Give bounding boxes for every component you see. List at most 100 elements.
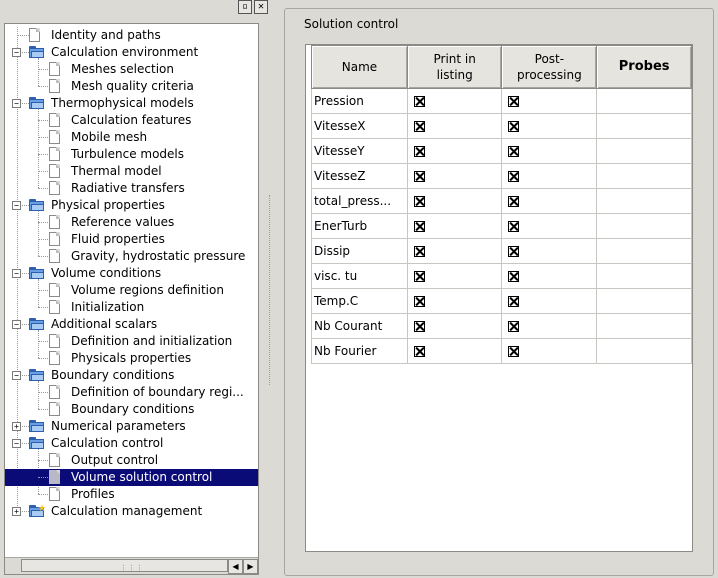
probes-cell[interactable] (596, 88, 692, 114)
expand-icon[interactable]: + (12, 507, 21, 516)
post-processing-checkbox[interactable] (508, 346, 520, 357)
tree-item[interactable]: Volume solution control (5, 469, 258, 486)
tree-item[interactable]: Identity and paths (5, 27, 258, 44)
tree-item[interactable]: Calculation features (5, 112, 258, 129)
post-processing-checkbox[interactable] (508, 321, 520, 332)
tree-item[interactable]: + Numerical parameters (5, 418, 258, 435)
post-processing-checkbox[interactable] (508, 296, 520, 307)
variable-name-cell[interactable]: VitesseZ (311, 163, 408, 189)
tree-item[interactable]: − Volume conditions (5, 265, 258, 282)
variable-name-cell[interactable]: Nb Courant (311, 313, 408, 339)
table-row[interactable]: Dissip (311, 238, 692, 264)
variable-name-cell[interactable]: Temp.C (311, 288, 408, 314)
expand-icon[interactable]: + (12, 422, 21, 431)
tree-item[interactable]: Mobile mesh (5, 129, 258, 146)
post-processing-checkbox[interactable] (508, 196, 520, 207)
probes-cell[interactable] (596, 113, 692, 139)
tree-item[interactable]: Radiative transfers (5, 180, 258, 197)
tree-item[interactable]: − Calculation environment (5, 44, 258, 61)
tree-item[interactable]: Mesh quality criteria (5, 78, 258, 95)
collapse-icon[interactable]: − (12, 320, 21, 329)
print-in-listing-checkbox[interactable] (413, 246, 425, 257)
tree-item[interactable]: Fluid properties (5, 231, 258, 248)
probes-cell[interactable] (596, 138, 692, 164)
print-in-listing-checkbox[interactable] (413, 221, 425, 232)
probes-cell[interactable] (596, 238, 692, 264)
variable-name-cell[interactable]: Dissip (311, 238, 408, 264)
post-processing-checkbox[interactable] (508, 96, 520, 107)
variable-name-cell[interactable]: total_press... (311, 188, 408, 214)
table-row[interactable]: VitesseY (311, 138, 692, 164)
close-icon[interactable]: ✕ (254, 0, 268, 14)
table-row[interactable]: Pression (311, 88, 692, 114)
probes-cell[interactable] (596, 213, 692, 239)
tree-item[interactable]: − Additional scalars (5, 316, 258, 333)
variable-name-cell[interactable]: VitesseY (311, 138, 408, 164)
print-in-listing-checkbox[interactable] (413, 271, 425, 282)
column-print-in-listing-header[interactable]: Print in listing (406, 45, 503, 89)
print-in-listing-checkbox[interactable] (413, 296, 425, 307)
collapse-icon[interactable]: − (12, 371, 21, 380)
tree-item[interactable]: Volume regions definition (5, 282, 258, 299)
variable-name-cell[interactable]: Nb Fourier (311, 338, 408, 364)
probes-cell[interactable] (596, 338, 692, 364)
tree-item[interactable]: Meshes selection (5, 61, 258, 78)
scrollbar-thumb[interactable]: ⋮⋮⋮ (21, 559, 228, 572)
probes-cell[interactable] (596, 188, 692, 214)
print-in-listing-checkbox[interactable] (413, 346, 425, 357)
probes-cell[interactable] (596, 288, 692, 314)
table-row[interactable]: Nb Fourier (311, 338, 692, 364)
arrow-right-icon[interactable]: ▶ (243, 559, 258, 574)
probes-cell[interactable] (596, 163, 692, 189)
variable-name-cell[interactable]: visc. tu (311, 263, 408, 289)
splitter-handle[interactable] (269, 195, 272, 385)
collapse-icon[interactable]: − (12, 439, 21, 448)
arrow-left-icon[interactable]: ◀ (228, 559, 243, 574)
post-processing-checkbox[interactable] (508, 221, 520, 232)
tree-item[interactable]: Definition of boundary regi... (5, 384, 258, 401)
restore-icon[interactable]: ▫ (238, 0, 252, 14)
post-processing-checkbox[interactable] (508, 271, 520, 282)
probes-cell[interactable] (596, 263, 692, 289)
tree-item[interactable]: Reference values (5, 214, 258, 231)
tree-item[interactable]: Boundary conditions (5, 401, 258, 418)
table-row[interactable]: total_press... (311, 188, 692, 214)
collapse-icon[interactable]: − (12, 99, 21, 108)
tree-item[interactable]: − Boundary conditions (5, 367, 258, 384)
scrollbar-track[interactable]: ⋮⋮⋮ (21, 559, 228, 572)
probes-cell[interactable] (596, 313, 692, 339)
tree-item[interactable]: Physicals properties (5, 350, 258, 367)
tree-item[interactable]: Definition and initialization (5, 333, 258, 350)
tree-item[interactable]: Initialization (5, 299, 258, 316)
tree-item[interactable]: Turbulence models (5, 146, 258, 163)
post-processing-checkbox[interactable] (508, 121, 520, 132)
table-row[interactable]: EnerTurb (311, 213, 692, 239)
variable-name-cell[interactable]: EnerTurb (311, 213, 408, 239)
collapse-icon[interactable]: − (12, 269, 21, 278)
post-processing-checkbox[interactable] (508, 171, 520, 182)
tree-item[interactable]: Gravity, hydrostatic pressure (5, 248, 258, 265)
table-row[interactable]: Nb Courant (311, 313, 692, 339)
print-in-listing-checkbox[interactable] (413, 171, 425, 182)
tree-item[interactable]: − Calculation control (5, 435, 258, 452)
tree-item[interactable]: − Physical properties (5, 197, 258, 214)
print-in-listing-checkbox[interactable] (413, 121, 425, 132)
print-in-listing-checkbox[interactable] (413, 146, 425, 157)
post-processing-checkbox[interactable] (508, 146, 520, 157)
tree-horizontal-scrollbar[interactable]: ⋮⋮⋮ ◀ ▶ (5, 557, 258, 574)
tree-item[interactable]: Thermal model (5, 163, 258, 180)
table-row[interactable]: VitesseX (311, 113, 692, 139)
variable-name-cell[interactable]: VitesseX (311, 113, 408, 139)
table-row[interactable]: VitesseZ (311, 163, 692, 189)
collapse-icon[interactable]: − (12, 48, 21, 57)
column-post-processing-header[interactable]: Post- processing (501, 45, 598, 89)
print-in-listing-checkbox[interactable] (413, 321, 425, 332)
print-in-listing-checkbox[interactable] (413, 196, 425, 207)
tree-item[interactable]: Output control (5, 452, 258, 469)
print-in-listing-checkbox[interactable] (413, 96, 425, 107)
column-name-header[interactable]: Name (311, 45, 408, 89)
column-probes-header[interactable]: Probes (596, 45, 692, 89)
variable-name-cell[interactable]: Pression (311, 88, 408, 114)
post-processing-checkbox[interactable] (508, 246, 520, 257)
tree-item[interactable]: − Thermophysical models (5, 95, 258, 112)
